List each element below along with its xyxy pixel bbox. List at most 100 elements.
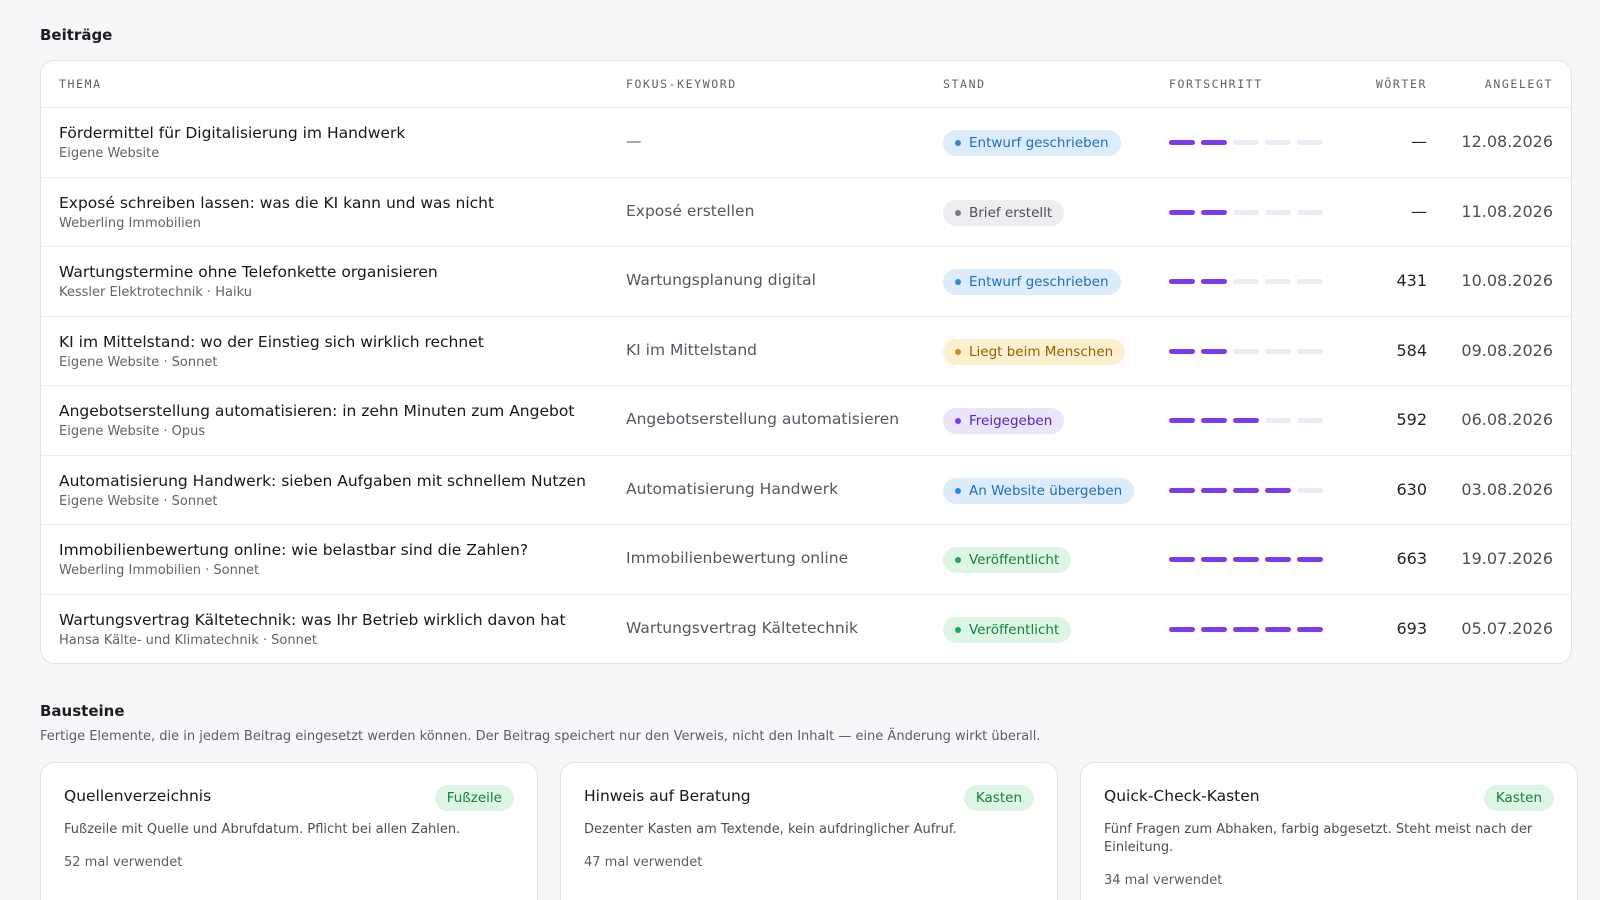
- post-title[interactable]: KI im Mittelstand: wo der Einstieg sich …: [59, 333, 484, 351]
- word-count: 592: [1396, 410, 1427, 429]
- progress-segment: [1201, 418, 1227, 423]
- progress-segment: [1297, 279, 1323, 284]
- status-badge: Veröffentlicht: [943, 616, 1072, 643]
- block-usage-count: 47 mal verwendet: [584, 855, 703, 870]
- table-row[interactable]: KI im Mittelstand: wo der Einstieg sich …: [41, 317, 1571, 386]
- posts-table: THEMA FOKUS-KEYWORD STAND FORTSCHRITT WÖ…: [40, 60, 1572, 664]
- block-card[interactable]: Hinweis auf Beratung Kasten Dezenter Kaste…: [560, 762, 1058, 900]
- status-label: Veröffentlicht: [969, 621, 1060, 638]
- block-name: Quick-Check-Kasten: [1104, 787, 1260, 805]
- created-date: 10.08.2026: [1461, 271, 1553, 290]
- block-description: Fußzeile mit Quelle und Abrufdatum. Pfli…: [64, 822, 461, 837]
- word-count: 663: [1396, 549, 1427, 568]
- table-row[interactable]: Immobilienbewertung online: wie belastba…: [41, 525, 1571, 595]
- post-title[interactable]: Exposé schreiben lassen: was die KI kann…: [59, 194, 494, 212]
- word-count: 431: [1396, 271, 1427, 290]
- progress-segment: [1265, 418, 1291, 423]
- progress-segment: [1233, 348, 1259, 354]
- column-header-fortschritt[interactable]: FORTSCHRITT: [1169, 77, 1263, 91]
- word-count: —: [1411, 132, 1427, 151]
- block-type-badge: Fußzeile: [434, 785, 514, 811]
- post-title[interactable]: Wartungstermine ohne Telefonkette organi…: [59, 263, 438, 281]
- post-meta: Weberling Immobilien · Sonnet: [59, 563, 260, 578]
- progress-bar: [1169, 626, 1323, 632]
- progress-segment: [1169, 279, 1195, 284]
- status-dot-icon: [955, 209, 961, 216]
- progress-segment: [1297, 557, 1323, 562]
- post-title[interactable]: Automatisierung Handwerk: sieben Aufgabe…: [59, 472, 586, 490]
- progress-segment: [1169, 140, 1195, 145]
- status-label: Entwurf geschrieben: [969, 274, 1109, 290]
- column-header-stand[interactable]: STAND: [943, 77, 986, 91]
- progress-segment: [1297, 626, 1323, 632]
- status-badge: Entwurf geschrieben: [943, 269, 1121, 295]
- created-date: 12.08.2026: [1461, 132, 1553, 151]
- created-date: 06.08.2026: [1461, 410, 1553, 429]
- progress-segment: [1201, 487, 1227, 493]
- table-row[interactable]: Angebotserstellung automatisieren: in ze…: [41, 386, 1571, 456]
- progress-segment: [1233, 487, 1259, 493]
- post-title[interactable]: Wartungsvertrag Kältetechnik: was Ihr Be…: [59, 611, 566, 629]
- focus-keyword: Wartungsvertrag Kältetechnik: [626, 618, 859, 637]
- focus-keyword: Automatisierung Handwerk: [626, 479, 839, 498]
- column-header-angelegt[interactable]: ANGELEGT: [1485, 77, 1553, 91]
- status-dot-icon: [955, 418, 961, 424]
- progress-segment: [1169, 209, 1195, 215]
- progress-segment: [1169, 626, 1195, 632]
- post-meta: Weberling Immobilien: [59, 215, 201, 231]
- status-label: Veröffentlicht: [969, 552, 1060, 568]
- word-count: 630: [1396, 479, 1427, 499]
- progress-segment: [1297, 140, 1323, 145]
- block-description: Dezenter Kasten am Textende, kein aufdri…: [584, 822, 957, 837]
- block-type-badge: Kasten: [963, 785, 1034, 811]
- post-meta: Eigene Website · Opus: [59, 424, 206, 439]
- progress-segment: [1201, 626, 1227, 632]
- status-badge: Brief erstellt: [943, 199, 1065, 226]
- block-description: Fünf Fragen zum Abhaken, farbig abgesetz…: [1104, 822, 1533, 855]
- post-meta: Eigene Website · Sonnet: [59, 493, 218, 509]
- progress-segment: [1265, 626, 1291, 632]
- progress-bar: [1169, 487, 1323, 493]
- column-header-thema[interactable]: THEMA: [59, 77, 102, 91]
- block-usage-count: 34 mal verwendet: [1104, 873, 1223, 888]
- post-meta: Eigene Website: [59, 146, 160, 161]
- status-label: Brief erstellt: [969, 204, 1053, 221]
- table-row[interactable]: Automatisierung Handwerk: sieben Aufgabe…: [41, 456, 1571, 525]
- status-dot-icon: [955, 140, 961, 146]
- post-title[interactable]: Fördermittel für Digitalisierung im Hand…: [59, 124, 405, 142]
- status-label: Liegt beim Menschen: [969, 343, 1114, 360]
- status-badge: Veröffentlicht: [943, 547, 1072, 573]
- post-title[interactable]: Angebotserstellung automatisieren: in ze…: [59, 402, 574, 420]
- word-count: 584: [1396, 340, 1427, 360]
- post-meta: Kessler Elektrotechnik · Haiku: [59, 285, 252, 300]
- progress-segment: [1201, 348, 1227, 354]
- progress-bar: [1169, 557, 1323, 562]
- focus-keyword: —: [626, 132, 642, 150]
- status-label: Freigegeben: [969, 413, 1053, 429]
- column-header-woerter[interactable]: WÖRTER: [1376, 77, 1427, 91]
- section-title-posts: Beiträge: [40, 26, 113, 44]
- block-card[interactable]: Quick-Check-Kasten Kasten Fünf Fragen zum …: [1080, 762, 1578, 900]
- progress-segment: [1265, 279, 1291, 284]
- focus-keyword: Angebotserstellung automatisieren: [626, 410, 900, 428]
- created-date: 03.08.2026: [1461, 479, 1553, 499]
- status-badge: Liegt beim Menschen: [943, 338, 1126, 365]
- progress-segment: [1265, 557, 1291, 562]
- progress-segment: [1169, 557, 1195, 562]
- status-badge: Freigegeben: [943, 408, 1065, 434]
- status-dot-icon: [955, 348, 961, 355]
- table-row[interactable]: Fördermittel für Digitalisierung im Hand…: [41, 108, 1571, 178]
- block-card[interactable]: Quellenverzeichnis Fußzeile Fußzeile mit Q…: [40, 762, 538, 900]
- table-row[interactable]: Exposé schreiben lassen: was die KI kann…: [41, 178, 1571, 247]
- progress-segment: [1201, 209, 1227, 215]
- post-meta: Hansa Kälte- und Klimatechnik · Sonnet: [59, 632, 317, 648]
- progress-segment: [1233, 626, 1259, 632]
- column-header-keyword[interactable]: FOKUS-KEYWORD: [626, 77, 737, 91]
- status-label: An Website übergeben: [969, 482, 1123, 499]
- block-name: Quellenverzeichnis: [64, 787, 212, 805]
- post-title[interactable]: Immobilienbewertung online: wie belastba…: [59, 541, 528, 559]
- table-row[interactable]: Wartungsvertrag Kältetechnik: was Ihr Be…: [41, 595, 1571, 664]
- progress-segment: [1297, 418, 1323, 423]
- status-badge: An Website übergeben: [943, 477, 1135, 504]
- table-row[interactable]: Wartungstermine ohne Telefonkette organi…: [41, 247, 1571, 317]
